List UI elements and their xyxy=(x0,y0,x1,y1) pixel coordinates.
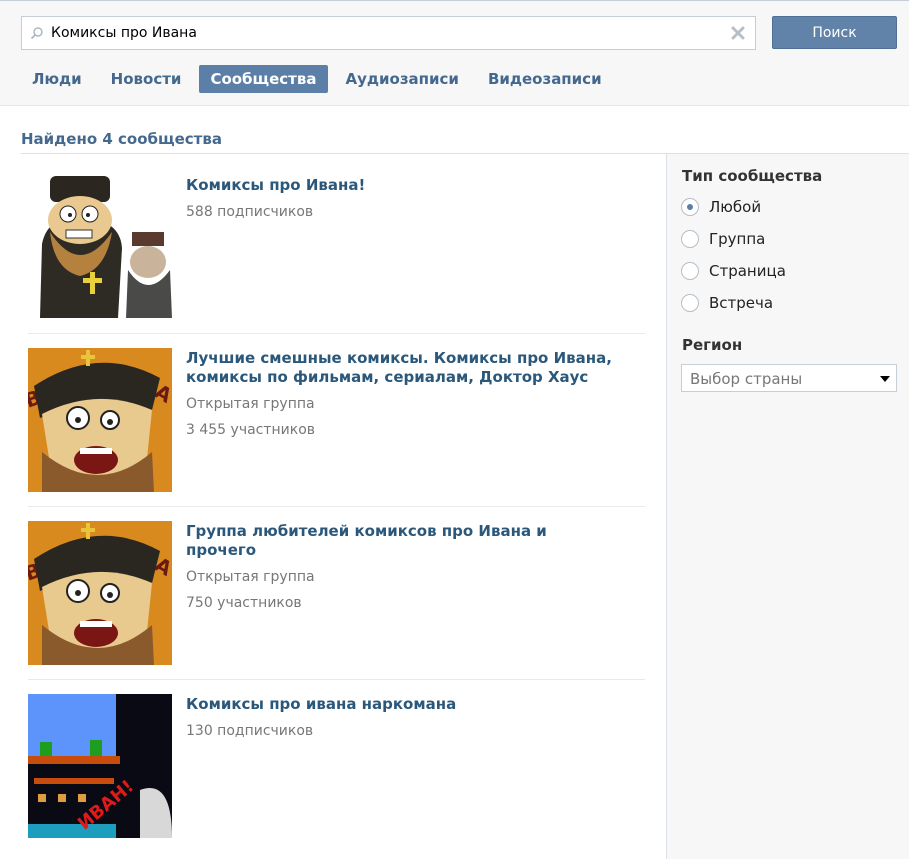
community-members: 750 участников xyxy=(186,595,302,611)
community-avatar[interactable]: ИВАН! xyxy=(28,694,172,838)
results-count: Найдено 4 сообщества xyxy=(21,130,222,148)
community-title-link[interactable]: Комиксы про ивана наркомана xyxy=(186,695,616,714)
radio-selected-icon xyxy=(681,198,699,216)
community-type: Открытая группа xyxy=(186,396,315,412)
filter-sidebar: Тип сообщества Любой Группа Страница Вст… xyxy=(666,154,909,859)
priest-comic-thumb xyxy=(28,174,172,318)
search-tabs: Люди Новости Сообщества Аудиозаписи Виде… xyxy=(21,65,620,93)
community-subscribers: 588 подписчиков xyxy=(186,204,314,220)
tab-news[interactable]: Новости xyxy=(100,65,193,93)
priest-face-thumb: ВА ВА xyxy=(28,521,172,665)
tab-audio[interactable]: Аудиозаписи xyxy=(335,65,470,93)
community-avatar[interactable]: ВА ВА xyxy=(28,348,172,492)
community-title-link[interactable]: Лучшие смешные комиксы. Комиксы про Иван… xyxy=(186,349,616,387)
tab-communities[interactable]: Сообщества xyxy=(199,65,328,93)
radio-label: Встреча xyxy=(709,294,774,312)
list-item: Комиксы про Ивана! 588 подписчиков xyxy=(28,154,645,334)
search-icon xyxy=(30,27,43,40)
list-item: ВА ВА Группа любителей комиксов про Иван… xyxy=(28,507,645,680)
radio-label: Любой xyxy=(709,198,762,216)
community-title-link[interactable]: Группа любителей комиксов про Ивана и пр… xyxy=(186,522,616,560)
radio-type-any[interactable]: Любой xyxy=(681,196,761,218)
radio-label: Страница xyxy=(709,262,786,280)
community-avatar[interactable]: ВА ВА xyxy=(28,521,172,665)
search-header: Поиск Люди Новости Сообщества Аудиозапис… xyxy=(0,0,909,106)
list-item: ИВАН! Комиксы про ивана наркомана 130 по… xyxy=(28,680,645,850)
search-box[interactable] xyxy=(21,16,756,50)
community-type: Открытая группа xyxy=(186,569,315,585)
country-select[interactable]: Выбор страны xyxy=(681,364,897,392)
results-list: Комиксы про Ивана! 588 подписчиков ВА ВА xyxy=(28,154,645,850)
search-input[interactable] xyxy=(51,17,731,49)
radio-type-page[interactable]: Страница xyxy=(681,260,786,282)
community-avatar[interactable] xyxy=(28,174,172,318)
chevron-down-icon xyxy=(880,376,890,382)
tab-video[interactable]: Видеозаписи xyxy=(477,65,613,93)
radio-empty-icon xyxy=(681,262,699,280)
community-type-heading: Тип сообщества xyxy=(682,167,823,185)
pixel-game-thumb: ИВАН! xyxy=(28,694,172,838)
radio-label: Группа xyxy=(709,230,766,248)
region-heading: Регион xyxy=(682,336,743,354)
search-button[interactable]: Поиск xyxy=(772,16,897,49)
community-members: 3 455 участников xyxy=(186,422,316,438)
country-select-value: Выбор страны xyxy=(690,370,803,388)
radio-type-group[interactable]: Группа xyxy=(681,228,765,250)
radio-type-event[interactable]: Встреча xyxy=(681,292,773,314)
community-title-link[interactable]: Комиксы про Ивана! xyxy=(186,176,616,195)
community-subscribers: 130 подписчиков xyxy=(186,723,314,739)
list-item: ВА ВА Лучшие смешные комиксы. Комиксы пр… xyxy=(28,334,645,507)
clear-icon[interactable] xyxy=(730,25,746,41)
priest-face-thumb: ВА ВА xyxy=(28,348,172,492)
radio-empty-icon xyxy=(681,294,699,312)
tab-people[interactable]: Люди xyxy=(21,65,93,93)
radio-empty-icon xyxy=(681,230,699,248)
